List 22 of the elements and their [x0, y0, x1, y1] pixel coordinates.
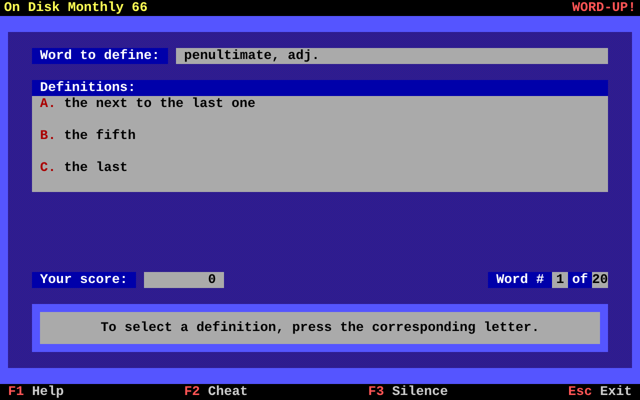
- definition-option[interactable]: the next to the last one: [64, 96, 256, 111]
- of-label: of: [568, 272, 592, 288]
- option-letter: C.: [40, 160, 56, 175]
- word-label: Word to define:: [32, 48, 168, 64]
- function-key-button[interactable]: F2 Cheat: [184, 384, 248, 400]
- definitions-header: Definitions:: [32, 80, 608, 96]
- brand-label: WORD-UP!: [572, 0, 636, 16]
- function-key-button[interactable]: F3 Silence: [368, 384, 448, 400]
- word-number-label: Word #: [488, 272, 552, 288]
- function-key-button[interactable]: F1 Help: [8, 384, 64, 400]
- word-total-field: 20: [592, 272, 608, 288]
- definition-option[interactable]: the last: [64, 160, 128, 175]
- option-letter: B.: [40, 128, 56, 143]
- function-key-button[interactable]: Esc Exit: [568, 384, 632, 400]
- word-field: penultimate, adj.: [176, 48, 608, 64]
- app-title: On Disk Monthly 66: [4, 0, 148, 16]
- word-number-field: 1: [552, 272, 568, 288]
- score-field: 0: [144, 272, 224, 288]
- option-letter: A.: [40, 96, 56, 111]
- score-label: Your score:: [32, 272, 136, 288]
- instruction-text: To select a definition, press the corresponding letter.: [100, 320, 540, 336]
- definition-option[interactable]: the fifth: [64, 128, 136, 143]
